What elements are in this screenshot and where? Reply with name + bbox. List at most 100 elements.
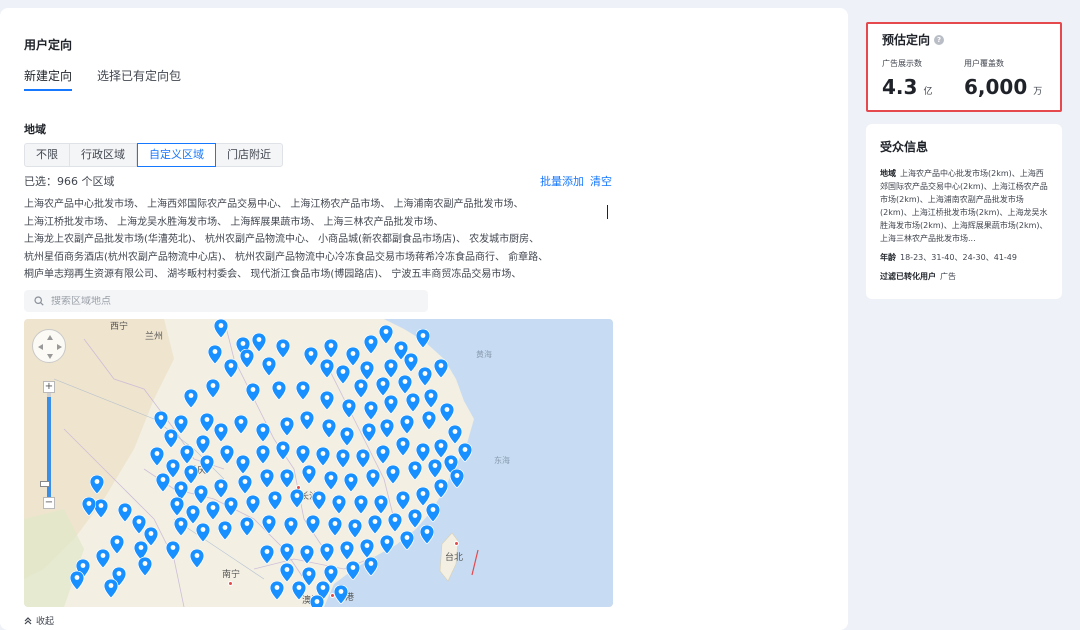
location-pin-icon[interactable] xyxy=(132,515,146,534)
location-pin-icon[interactable] xyxy=(420,525,434,544)
location-pin-icon[interactable] xyxy=(424,389,438,408)
location-pin-icon[interactable] xyxy=(360,539,374,558)
region-mode-custom[interactable]: 自定义区域 xyxy=(137,143,216,167)
location-pin-icon[interactable] xyxy=(406,393,420,412)
location-pin-icon[interactable] xyxy=(320,359,334,378)
location-pin-icon[interactable] xyxy=(206,379,220,398)
location-pin-icon[interactable] xyxy=(166,541,180,560)
location-pin-icon[interactable] xyxy=(220,445,234,464)
location-pin-icon[interactable] xyxy=(396,437,410,456)
location-pin-icon[interactable] xyxy=(260,469,274,488)
location-pin-icon[interactable] xyxy=(118,503,132,522)
location-pin-icon[interactable] xyxy=(290,489,304,508)
location-pin-icon[interactable] xyxy=(200,413,214,432)
location-pin-icon[interactable] xyxy=(104,579,118,598)
location-pin-icon[interactable] xyxy=(458,443,472,462)
location-pin-icon[interactable] xyxy=(214,423,228,442)
location-pin-icon[interactable] xyxy=(374,495,388,514)
map-pan-control[interactable] xyxy=(32,329,66,363)
location-pin-icon[interactable] xyxy=(292,581,306,600)
region-map[interactable]: 西宁 兰州 重庆 长沙 南宁 香港 澳门 台北 黄海 东海 + xyxy=(24,319,613,607)
location-pin-icon[interactable] xyxy=(262,515,276,534)
location-pin-icon[interactable] xyxy=(94,499,108,518)
location-pin-icon[interactable] xyxy=(344,473,358,492)
location-pin-icon[interactable] xyxy=(354,495,368,514)
location-pin-icon[interactable] xyxy=(418,367,432,386)
location-pin-icon[interactable] xyxy=(174,517,188,536)
location-pin-icon[interactable] xyxy=(384,359,398,378)
location-pin-icon[interactable] xyxy=(272,381,286,400)
location-pin-icon[interactable] xyxy=(138,557,152,576)
region-mode-unlimited[interactable]: 不限 xyxy=(25,144,70,166)
location-pin-icon[interactable] xyxy=(306,515,320,534)
location-pin-icon[interactable] xyxy=(400,415,414,434)
location-pin-icon[interactable] xyxy=(428,459,442,478)
location-pin-icon[interactable] xyxy=(164,429,178,448)
location-pin-icon[interactable] xyxy=(252,333,266,352)
location-pin-icon[interactable] xyxy=(96,549,110,568)
location-pin-icon[interactable] xyxy=(356,449,370,468)
zoom-in-button[interactable]: + xyxy=(43,381,55,393)
location-pin-icon[interactable] xyxy=(186,505,200,524)
location-pin-icon[interactable] xyxy=(320,391,334,410)
region-mode-nearby-store[interactable]: 门店附近 xyxy=(216,144,282,166)
location-pin-icon[interactable] xyxy=(340,427,354,446)
location-pin-icon[interactable] xyxy=(376,377,390,396)
location-pin-icon[interactable] xyxy=(334,585,348,604)
location-pin-icon[interactable] xyxy=(440,403,454,422)
location-pin-icon[interactable] xyxy=(256,445,270,464)
location-pin-icon[interactable] xyxy=(336,449,350,468)
location-pin-icon[interactable] xyxy=(320,543,334,562)
location-pin-icon[interactable] xyxy=(346,347,360,366)
location-pin-icon[interactable] xyxy=(180,445,194,464)
location-pin-icon[interactable] xyxy=(316,447,330,466)
location-pin-icon[interactable] xyxy=(196,435,210,454)
location-pin-icon[interactable] xyxy=(190,549,204,568)
location-pin-icon[interactable] xyxy=(280,469,294,488)
location-pin-icon[interactable] xyxy=(284,517,298,536)
location-pin-icon[interactable] xyxy=(234,415,248,434)
location-pin-icon[interactable] xyxy=(238,475,252,494)
location-pin-icon[interactable] xyxy=(224,359,238,378)
location-pin-icon[interactable] xyxy=(208,345,222,364)
location-pin-icon[interactable] xyxy=(90,475,104,494)
location-pin-icon[interactable] xyxy=(110,535,124,554)
region-search-input[interactable] xyxy=(51,295,411,307)
location-pin-icon[interactable] xyxy=(236,455,250,474)
location-pin-icon[interactable] xyxy=(416,329,430,348)
location-pin-icon[interactable] xyxy=(376,445,390,464)
location-pin-icon[interactable] xyxy=(240,349,254,368)
location-pin-icon[interactable] xyxy=(328,517,342,536)
location-pin-icon[interactable] xyxy=(434,479,448,498)
location-pin-icon[interactable] xyxy=(364,335,378,354)
location-pin-icon[interactable] xyxy=(366,469,380,488)
location-pin-icon[interactable] xyxy=(200,455,214,474)
location-pin-icon[interactable] xyxy=(280,543,294,562)
location-pin-icon[interactable] xyxy=(324,339,338,358)
location-pin-icon[interactable] xyxy=(156,473,170,492)
location-pin-icon[interactable] xyxy=(379,325,393,344)
location-pin-icon[interactable] xyxy=(362,423,376,442)
location-pin-icon[interactable] xyxy=(296,381,310,400)
location-pin-icon[interactable] xyxy=(312,491,326,510)
location-pin-icon[interactable] xyxy=(398,375,412,394)
location-pin-icon[interactable] xyxy=(448,425,462,444)
location-pin-icon[interactable] xyxy=(450,469,464,488)
location-pin-icon[interactable] xyxy=(332,495,346,514)
location-pin-icon[interactable] xyxy=(82,497,96,516)
tab-existing-package[interactable]: 选择已有定向包 xyxy=(97,67,181,91)
location-pin-icon[interactable] xyxy=(154,411,168,430)
location-pin-icon[interactable] xyxy=(300,545,314,564)
location-pin-icon[interactable] xyxy=(346,561,360,580)
location-pin-icon[interactable] xyxy=(336,365,350,384)
location-pin-icon[interactable] xyxy=(426,503,440,522)
region-mode-administrative[interactable]: 行政区域 xyxy=(70,144,137,166)
zoom-out-button[interactable]: − xyxy=(43,497,55,509)
location-pin-icon[interactable] xyxy=(322,419,336,438)
selected-region-list[interactable]: 上海农产品中心批发市场、 上海西郊国际农产品交易中心、 上海江杨农产品市场、 上… xyxy=(24,196,594,282)
location-pin-icon[interactable] xyxy=(214,319,228,338)
location-pin-icon[interactable] xyxy=(302,465,316,484)
location-pin-icon[interactable] xyxy=(246,495,260,514)
zoom-slider-knob[interactable] xyxy=(40,481,50,487)
location-pin-icon[interactable] xyxy=(268,491,282,510)
